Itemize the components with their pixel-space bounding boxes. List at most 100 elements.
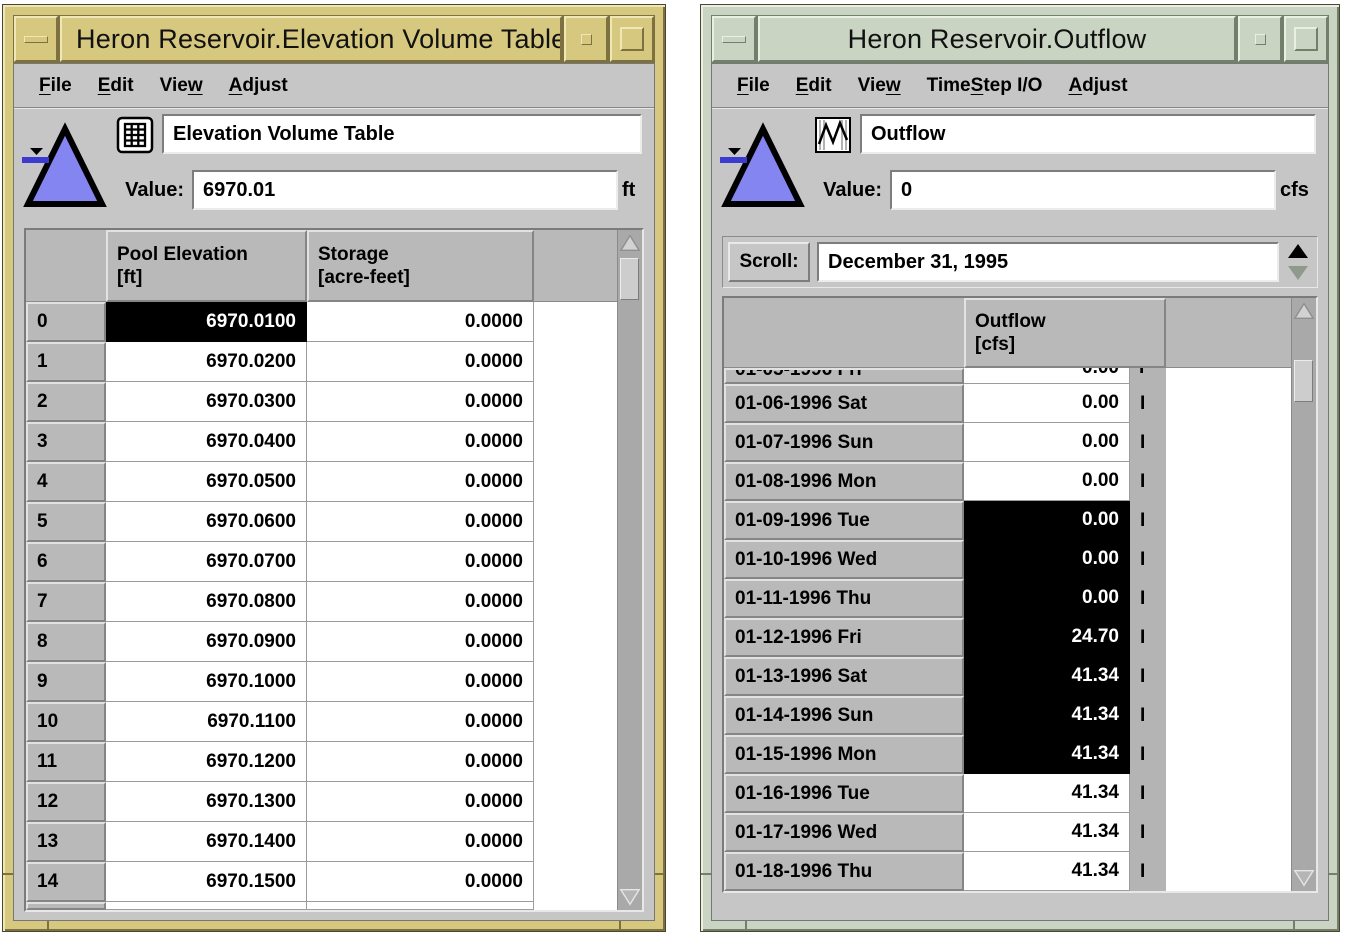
outflow-value-cell[interactable]: 0.00 xyxy=(964,384,1130,423)
outflow-value-cell[interactable]: 0.00 xyxy=(964,501,1130,540)
storage-cell[interactable]: 0.0000 xyxy=(307,822,534,862)
date-row-header[interactable]: 01-07-1996 Sun xyxy=(724,423,964,462)
storage-cell[interactable]: 0.0000 xyxy=(307,342,534,382)
scrollbar-track[interactable] xyxy=(1292,324,1316,865)
outflow-value-cell[interactable]: 41.34 xyxy=(964,735,1130,774)
row-header[interactable]: 7 xyxy=(26,582,106,622)
iconify-button[interactable] xyxy=(1238,16,1282,62)
scroll-down-arrow[interactable] xyxy=(1292,865,1316,891)
pool-elevation-cell[interactable]: 6970.0900 xyxy=(106,622,307,662)
pool-elevation-cell[interactable]: 6970.0300 xyxy=(106,382,307,422)
window-menu-button[interactable] xyxy=(14,16,58,62)
pool-elevation-cell[interactable]: 6970.0600 xyxy=(106,502,307,542)
maximize-button[interactable] xyxy=(610,16,654,62)
outflow-value-cell[interactable]: 41.34 xyxy=(964,774,1130,813)
storage-cell[interactable]: 0.0000 xyxy=(307,782,534,822)
date-row-header[interactable]: 01-06-1996 Sat xyxy=(724,384,964,423)
outflow-value-cell[interactable]: 0.00 xyxy=(964,579,1130,618)
resize-notch[interactable] xyxy=(47,921,49,931)
row-header[interactable]: 10 xyxy=(26,702,106,742)
scroll-down-arrow[interactable] xyxy=(618,884,642,910)
pool-elevation-cell[interactable]: 6970.0700 xyxy=(106,542,307,582)
outflow-value-cell[interactable]: 41.34 xyxy=(964,696,1130,735)
storage-cell[interactable]: 0.0000 xyxy=(307,542,534,582)
scroll-button[interactable]: Scroll: xyxy=(728,242,810,282)
outflow-value-cell[interactable]: 0.00 xyxy=(964,540,1130,579)
menu-view[interactable]: View xyxy=(147,71,216,101)
menu-file[interactable]: File xyxy=(724,71,783,101)
resize-notch[interactable] xyxy=(619,921,621,931)
pool-elevation-cell[interactable]: 6970.0100 xyxy=(106,302,307,342)
storage-cell[interactable]: 0.0000 xyxy=(307,742,534,782)
date-row-header[interactable]: 01-11-1996 Thu xyxy=(724,579,964,618)
storage-cell[interactable]: 0.0000 xyxy=(307,662,534,702)
scroll-up-arrow[interactable] xyxy=(618,230,642,256)
scroll-date-field[interactable]: December 31, 1995 xyxy=(817,242,1279,282)
outflow-value-cell[interactable]: 24.70 xyxy=(964,618,1130,657)
row-header[interactable]: 11 xyxy=(26,742,106,782)
pool-elevation-cell[interactable]: 6970.1200 xyxy=(106,742,307,782)
storage-cell[interactable]: 0.0000 xyxy=(307,422,534,462)
storage-cell[interactable]: 0.0000 xyxy=(307,462,534,502)
date-row-header[interactable]: 01-08-1996 Mon xyxy=(724,462,964,501)
pool-elevation-cell[interactable]: 6970.0400 xyxy=(106,422,307,462)
date-row-header[interactable]: 01-12-1996 Fri xyxy=(724,618,964,657)
resize-notch[interactable] xyxy=(655,873,665,875)
row-header[interactable]: 12 xyxy=(26,782,106,822)
pool-elevation-cell[interactable]: 6970.0500 xyxy=(106,462,307,502)
pool-elevation-cell[interactable]: 6970.1400 xyxy=(106,822,307,862)
menu-edit[interactable]: Edit xyxy=(783,71,845,101)
date-row-header[interactable]: 01-10-1996 Wed xyxy=(724,540,964,579)
iconify-button[interactable] xyxy=(564,16,608,62)
outflow-value-cell[interactable]: 0.00 xyxy=(964,423,1130,462)
row-header[interactable]: 8 xyxy=(26,622,106,662)
pool-elevation-cell[interactable]: 6970.1100 xyxy=(106,702,307,742)
vertical-scrollbar[interactable] xyxy=(1291,298,1316,891)
resize-notch[interactable] xyxy=(1293,921,1295,931)
storage-cell[interactable]: 0.0000 xyxy=(307,582,534,622)
date-row-header[interactable]: 01-18-1996 Thu xyxy=(724,852,964,891)
scrollbar-track[interactable] xyxy=(618,256,642,884)
column-header-outflow[interactable]: Outflow [cfs] xyxy=(964,298,1166,368)
storage-cell[interactable]: 0.0000 xyxy=(307,862,534,902)
column-header-storage[interactable]: Storage [acre-feet] xyxy=(307,230,534,302)
date-row-header[interactable]: 01-09-1996 Tue xyxy=(724,501,964,540)
scroll-up-arrow[interactable] xyxy=(1292,298,1316,324)
pool-elevation-cell[interactable]: 6970.0800 xyxy=(106,582,307,622)
menu-edit[interactable]: Edit xyxy=(85,71,147,101)
menu-adjust[interactable]: Adjust xyxy=(1055,71,1140,101)
vertical-scrollbar[interactable] xyxy=(617,230,642,910)
storage-cell[interactable]: 0.0000 xyxy=(307,382,534,422)
resize-notch[interactable] xyxy=(745,921,747,931)
resize-notch[interactable] xyxy=(1329,873,1339,875)
window-menu-button[interactable] xyxy=(712,16,756,62)
menu-adjust[interactable]: Adjust xyxy=(216,71,301,101)
outflow-value-cell[interactable]: 0.00 xyxy=(964,462,1130,501)
menu-file[interactable]: File xyxy=(26,71,85,101)
outflow-value-cell[interactable]: 41.34 xyxy=(964,852,1130,891)
date-row-header[interactable]: 01-14-1996 Sun xyxy=(724,696,964,735)
pool-elevation-cell[interactable]: 6970.0200 xyxy=(106,342,307,382)
row-header[interactable]: 3 xyxy=(26,422,106,462)
date-row-header[interactable]: 01-13-1996 Sat xyxy=(724,657,964,696)
maximize-button[interactable] xyxy=(1284,16,1328,62)
row-header[interactable]: 5 xyxy=(26,502,106,542)
scrollbar-thumb[interactable] xyxy=(1294,360,1313,402)
pool-elevation-cell[interactable]: 6970.1300 xyxy=(106,782,307,822)
storage-cell[interactable]: 0.0000 xyxy=(307,302,534,342)
slot-name-field[interactable]: Elevation Volume Table xyxy=(162,114,642,154)
scrollbar-thumb[interactable] xyxy=(620,258,639,300)
storage-cell[interactable]: 0.0000 xyxy=(307,502,534,542)
row-header[interactable]: 4 xyxy=(26,462,106,502)
pool-elevation-cell[interactable]: 6970.1000 xyxy=(106,662,307,702)
spin-down-button[interactable] xyxy=(1284,263,1312,283)
storage-cell[interactable]: 0.0000 xyxy=(307,622,534,662)
row-header[interactable]: 1 xyxy=(26,342,106,382)
row-header[interactable]: 14 xyxy=(26,862,106,902)
row-header[interactable]: 9 xyxy=(26,662,106,702)
row-header[interactable]: 0 xyxy=(26,302,106,342)
row-header[interactable]: 6 xyxy=(26,542,106,582)
date-row-header[interactable]: 01-17-1996 Wed xyxy=(724,813,964,852)
date-row-header[interactable]: 01-15-1996 Mon xyxy=(724,735,964,774)
menu-view[interactable]: View xyxy=(845,71,914,101)
